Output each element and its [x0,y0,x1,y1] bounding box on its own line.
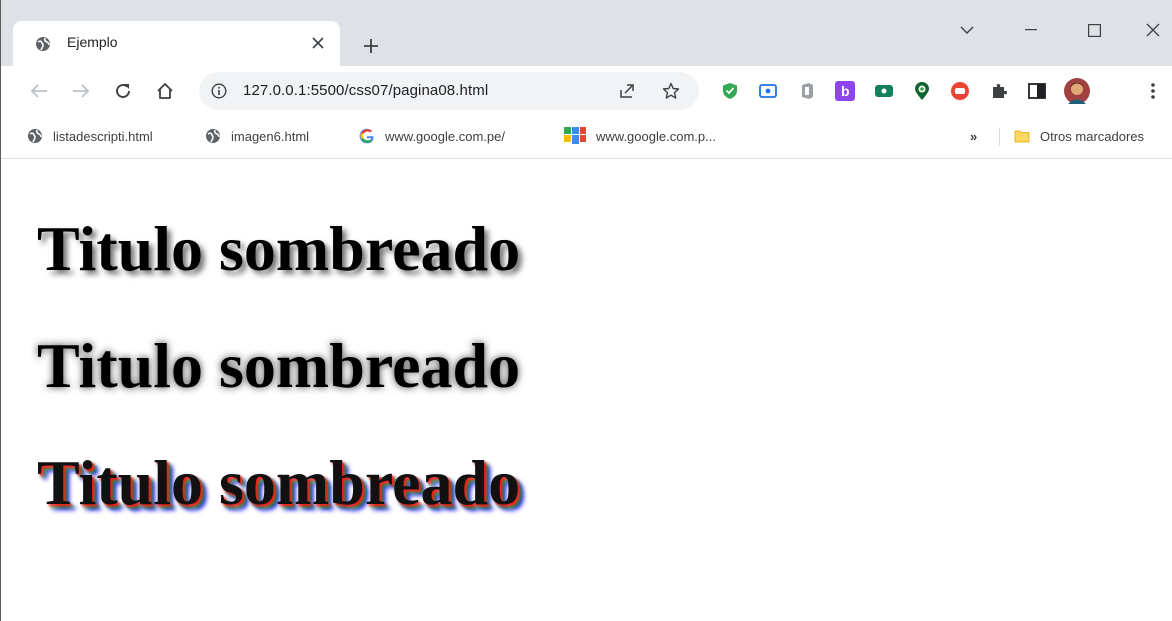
minimize-button[interactable] [1011,14,1051,46]
close-window-button[interactable] [1133,14,1172,46]
google-g-icon [359,128,374,144]
forward-arrow-icon[interactable] [67,77,95,105]
bookmark-label: imagen6.html [231,128,310,144]
bookmark-star-icon[interactable] [657,77,685,105]
globe-icon [35,36,51,52]
divider [999,128,1000,146]
tab-search-chevron-icon[interactable] [947,14,987,46]
heading-shadow-glow: Titulo sombreado [37,330,521,401]
bookmark-label: www.google.com.p... [596,128,716,144]
toolbar: 127.0.0.1:5500/css07/pagina08.html b [1,66,1172,116]
bookmark-google-pe[interactable]: www.google.com.pe/ [359,125,505,147]
back-arrow-icon[interactable] [25,77,53,105]
heading-shadow-multicolor: Titulo sombreado [37,447,521,518]
bookmark-label: www.google.com.pe/ [385,128,505,144]
bookmark-listadescripti[interactable]: listadescripti.html [27,125,153,147]
screen-extension-icon[interactable] [756,79,780,103]
chevron-double-right-icon: » [970,128,978,144]
side-panel-icon[interactable] [1025,79,1049,103]
puzzle-icon[interactable] [987,79,1011,103]
green-extension-icon[interactable] [872,79,896,103]
bookmark-label: listadescripti.html [53,128,153,144]
bookmark-label: Otros marcadores [1040,128,1145,144]
folder-icon [1014,130,1030,143]
globe-icon [28,129,42,143]
bookmarks-overflow-button[interactable]: » [970,125,977,147]
bookmarks-bar: listadescripti.html imagen6.html www.goo… [1,116,1172,159]
globe-icon [206,129,220,143]
svg-text:b: b [841,83,850,99]
close-tab-icon[interactable] [306,31,330,55]
reload-icon[interactable] [109,77,137,105]
site-info-icon[interactable] [211,83,227,99]
tab-ejemplo[interactable]: Ejemplo [13,21,340,66]
office-extension-icon[interactable] [795,79,819,103]
share-icon[interactable] [613,77,641,105]
red-extension-icon[interactable] [948,79,972,103]
maximize-button[interactable] [1074,14,1114,46]
tab-strip: Ejemplo [1,0,1172,66]
bookmark-google-p[interactable]: www.google.com.p... [564,125,716,147]
menu-icon[interactable] [1141,79,1165,103]
shield-extension-icon[interactable] [718,79,742,103]
new-tab-button[interactable] [357,32,385,60]
address-bar[interactable]: 127.0.0.1:5500/css07/pagina08.html [199,72,699,110]
tab-title: Ejemplo [67,34,118,50]
avatar[interactable] [1064,78,1090,104]
heading-shadow-offset: Titulo sombreado [37,213,521,284]
home-icon[interactable] [151,77,179,105]
bookmark-imagen6[interactable]: imagen6.html [205,125,309,147]
location-extension-icon[interactable] [910,79,934,103]
url-text[interactable]: 127.0.0.1:5500/css07/pagina08.html [243,82,488,99]
bookmark-folder-otros[interactable]: Otros marcadores [1014,125,1144,147]
page-content: Titulo sombreado Titulo sombreado Titulo… [1,159,1172,621]
b-extension-icon[interactable]: b [833,79,857,103]
google-apps-icon [564,127,586,144]
